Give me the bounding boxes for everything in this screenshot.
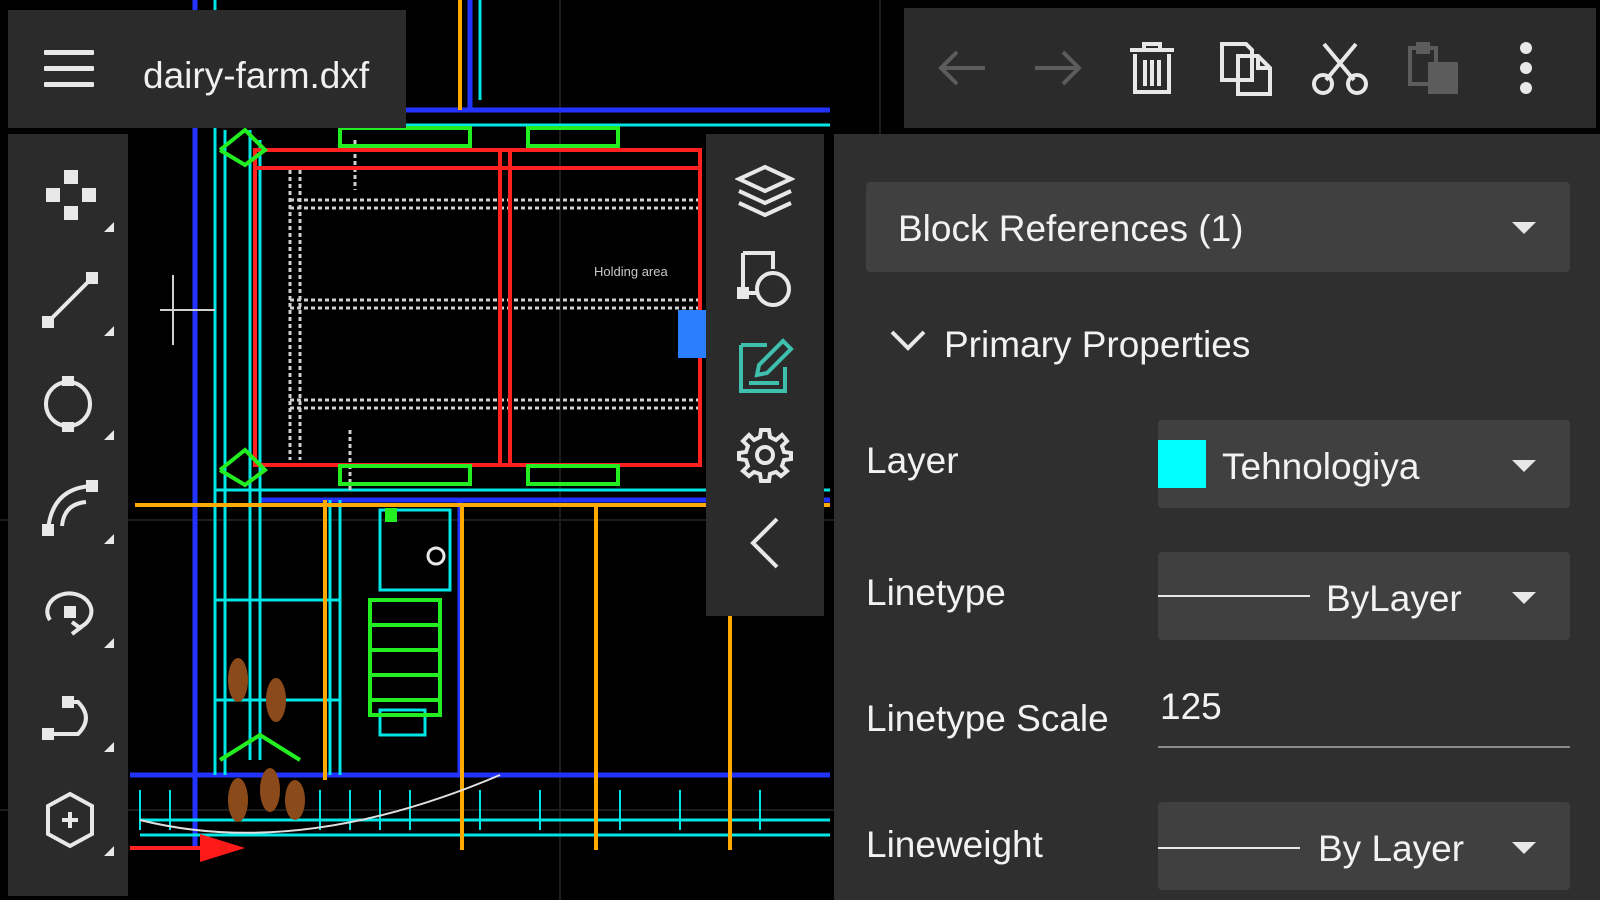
entity-type-label: Block References (1) [898, 208, 1244, 249]
hamburger-menu-icon[interactable] [44, 50, 94, 90]
undo-icon[interactable] [930, 36, 994, 100]
linetype-scale-value: 125 [1160, 686, 1222, 727]
move-icon[interactable] [38, 158, 118, 238]
chevron-down-icon [890, 330, 926, 351]
settings-icon[interactable] [730, 420, 800, 490]
holding-area-label: Holding area [594, 264, 668, 279]
lineweight-sample [1158, 847, 1300, 849]
section-title: Primary Properties [944, 324, 1251, 365]
collapse-icon[interactable] [730, 508, 800, 578]
chevron-down-icon [1512, 460, 1536, 472]
properties-panel: Block References (1) Primary Properties … [834, 134, 1600, 900]
lineweight-value: By Layer [1318, 828, 1465, 869]
linetype-sample [1158, 595, 1310, 597]
action-toolbar [904, 8, 1596, 128]
layer-label: Layer [866, 440, 959, 481]
trash-icon[interactable] [1120, 36, 1184, 100]
side-toolbar [706, 134, 824, 616]
rotate-icon[interactable] [38, 574, 118, 654]
more-vert-icon[interactable] [1494, 36, 1558, 100]
arc-icon[interactable] [38, 470, 118, 550]
linetype-scale-label: Linetype Scale [866, 698, 1109, 739]
layer-color-swatch [1158, 440, 1206, 488]
entity-type-dropdown[interactable]: Block References (1) [866, 182, 1570, 272]
cut-icon[interactable] [1308, 36, 1372, 100]
line-icon[interactable] [38, 262, 118, 342]
layer-value: Tehnologiya [1222, 446, 1420, 487]
linetype-scale-input[interactable]: 125 [1158, 664, 1570, 748]
chevron-down-icon [1512, 842, 1536, 854]
redo-icon[interactable] [1026, 36, 1090, 100]
paste-icon[interactable] [1402, 36, 1466, 100]
block-insert-icon[interactable] [730, 244, 800, 314]
lineweight-label: Lineweight [866, 824, 1043, 865]
edit-text-icon[interactable] [730, 332, 800, 402]
lineweight-dropdown[interactable]: By Layer [1158, 802, 1570, 890]
circle-icon[interactable] [38, 366, 118, 446]
linetype-value: ByLayer [1326, 578, 1462, 619]
layer-dropdown[interactable]: Tehnologiya [1158, 420, 1570, 508]
linetype-label: Linetype [866, 572, 1006, 613]
chevron-down-icon [1512, 592, 1536, 604]
chevron-down-icon [1512, 222, 1536, 234]
file-title: dairy-farm.dxf [143, 55, 370, 96]
polyline-icon[interactable] [38, 678, 118, 758]
polygon-icon[interactable] [38, 782, 118, 862]
title-bar: dairy-farm.dxf [8, 10, 406, 128]
copy-icon[interactable] [1214, 36, 1278, 100]
draw-tools-panel [8, 134, 128, 896]
linetype-dropdown[interactable]: ByLayer [1158, 552, 1570, 640]
layers-icon[interactable] [730, 156, 800, 226]
